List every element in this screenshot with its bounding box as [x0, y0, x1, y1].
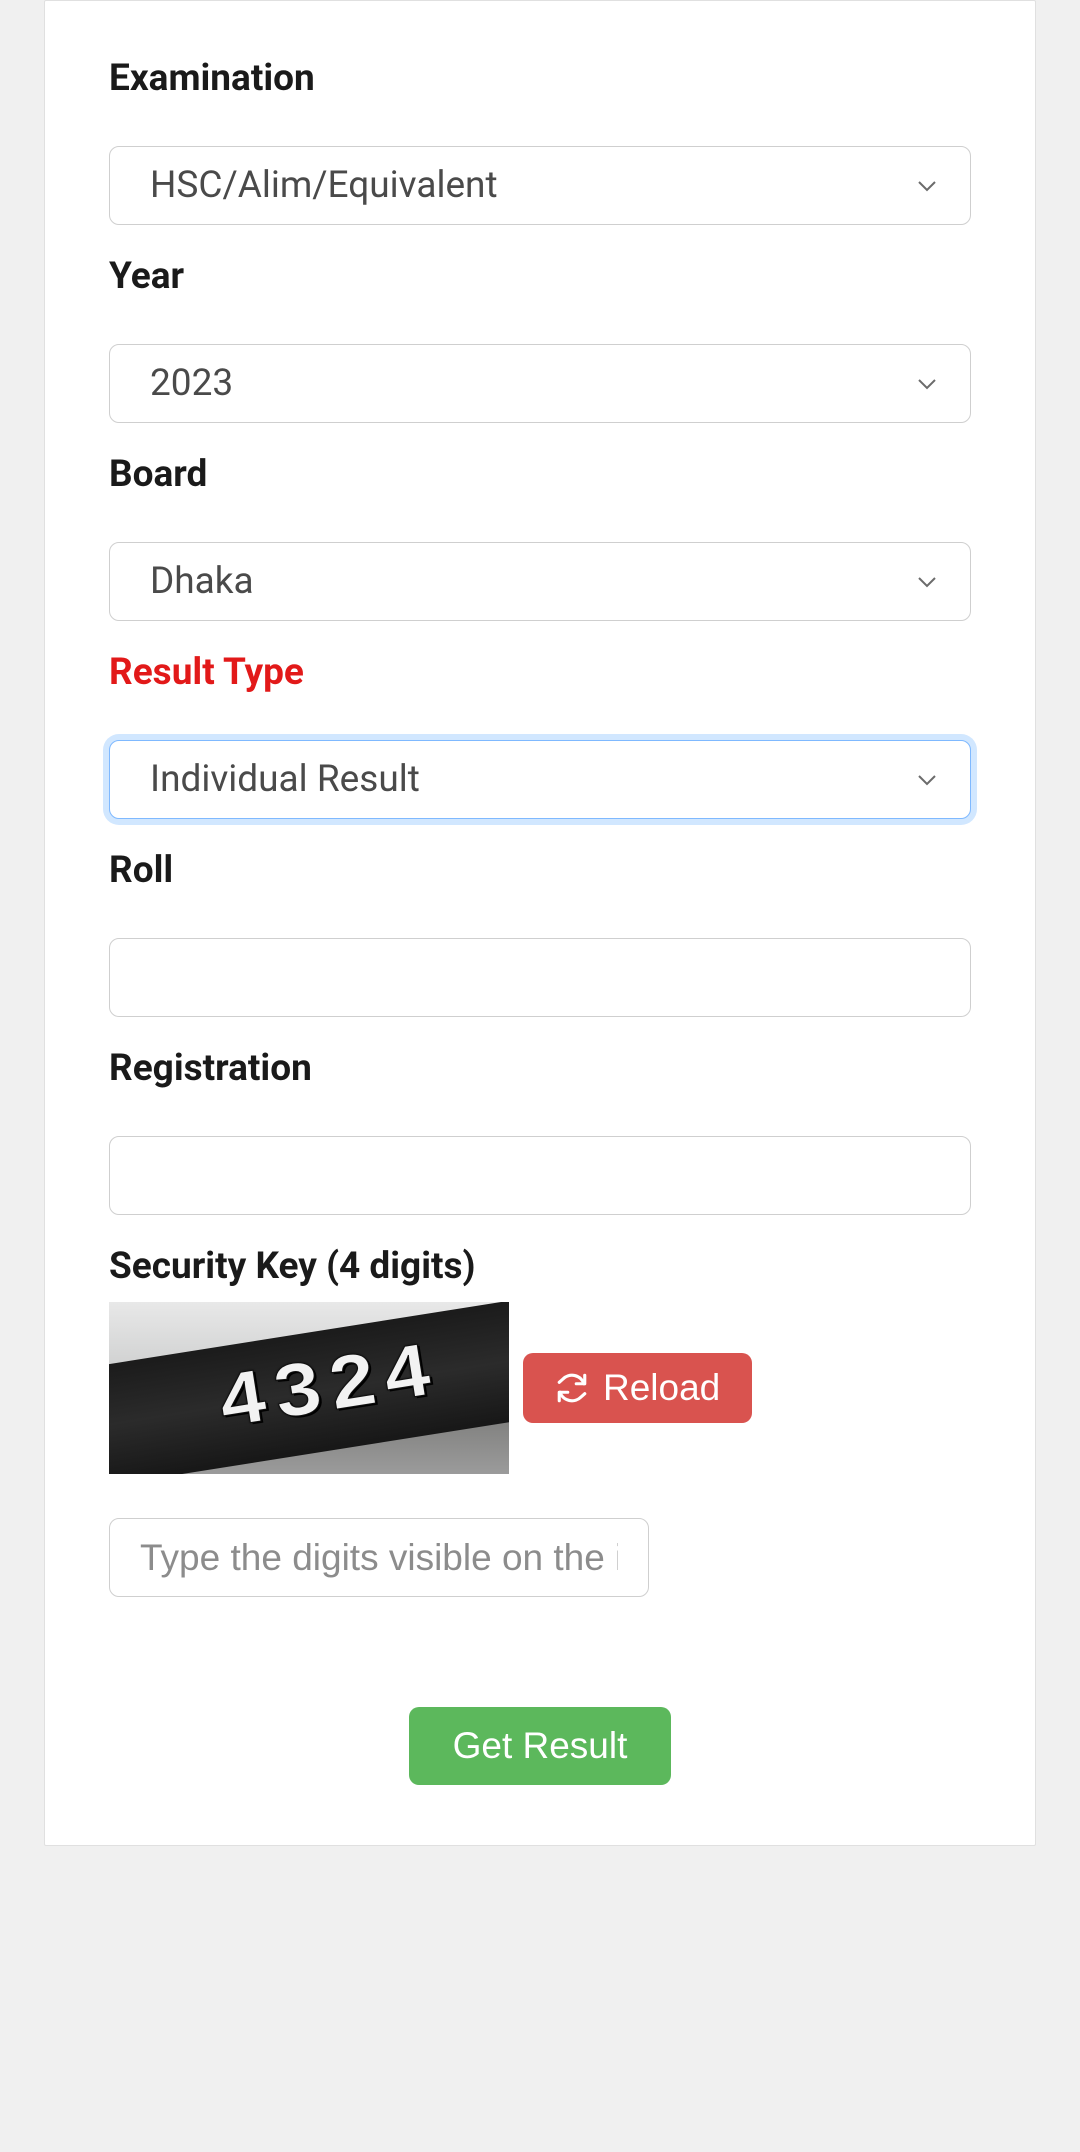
roll-group: Roll — [109, 849, 971, 1017]
captcha-text: 4324 — [213, 1329, 446, 1451]
registration-group: Registration — [109, 1047, 971, 1215]
captcha-row: 4324 Reload — [109, 1302, 971, 1474]
result-type-label: Result Type — [109, 651, 971, 694]
examination-label: Examination — [109, 57, 971, 100]
roll-input[interactable] — [109, 938, 971, 1017]
year-select[interactable]: 2023 — [109, 344, 971, 423]
get-result-label: Get Result — [453, 1725, 628, 1766]
submit-row: Get Result — [109, 1707, 971, 1785]
registration-label: Registration — [109, 1047, 971, 1090]
reload-label: Reload — [603, 1367, 720, 1409]
security-key-input[interactable] — [109, 1518, 649, 1597]
board-group: Board Dhaka — [109, 453, 971, 621]
reload-button[interactable]: Reload — [523, 1353, 752, 1423]
year-label: Year — [109, 255, 971, 298]
board-label: Board — [109, 453, 971, 496]
registration-input[interactable] — [109, 1136, 971, 1215]
examination-value: HSC/Alim/Equivalent — [150, 164, 498, 207]
security-group: Security Key (4 digits) 4324 — [109, 1245, 971, 1597]
result-type-value: Individual Result — [150, 758, 420, 801]
examination-group: Examination HSC/Alim/Equivalent — [109, 57, 971, 225]
year-value: 2023 — [150, 362, 233, 405]
examination-select[interactable]: HSC/Alim/Equivalent — [109, 146, 971, 225]
result-type-select[interactable]: Individual Result — [109, 740, 971, 819]
security-label: Security Key (4 digits) — [109, 1245, 971, 1288]
get-result-button[interactable]: Get Result — [409, 1707, 672, 1785]
board-value: Dhaka — [150, 560, 254, 603]
year-group: Year 2023 — [109, 255, 971, 423]
board-select[interactable]: Dhaka — [109, 542, 971, 621]
captcha-image: 4324 — [109, 1302, 509, 1474]
result-form-card: Examination HSC/Alim/Equivalent Year 202… — [44, 0, 1036, 1846]
reload-icon — [555, 1371, 589, 1405]
roll-label: Roll — [109, 849, 971, 892]
result-type-group: Result Type Individual Result — [109, 651, 971, 819]
